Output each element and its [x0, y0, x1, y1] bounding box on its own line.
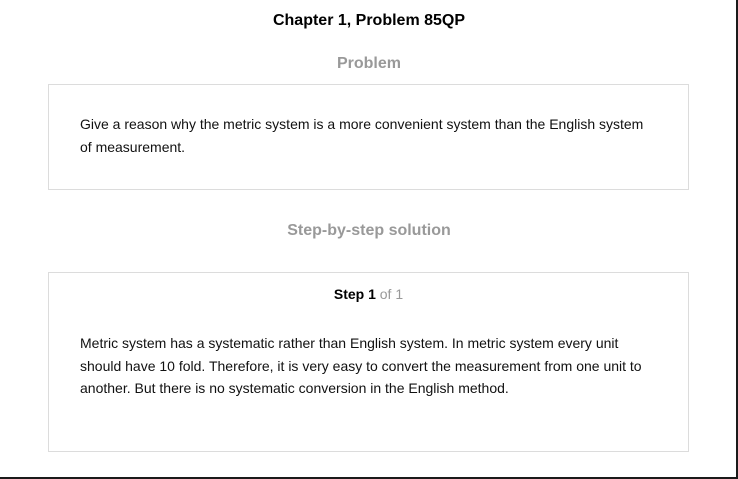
step-header: Step 1 of 1 — [49, 286, 688, 302]
page-title: Chapter 1, Problem 85QP — [272, 12, 466, 29]
problem-heading: Problem — [336, 55, 401, 72]
step-count: of 1 — [379, 286, 404, 302]
problem-card: Give a reason why the metric system is a… — [48, 84, 689, 190]
solution-card: Step 1 of 1 Metric system has a systemat… — [48, 272, 689, 452]
problem-text: Give a reason why the metric system is a… — [80, 116, 644, 155]
solution-heading: Step-by-step solution — [287, 222, 451, 239]
step-label: Step 1 — [333, 286, 376, 302]
solution-text: Metric system has a systematic rather th… — [80, 335, 642, 396]
